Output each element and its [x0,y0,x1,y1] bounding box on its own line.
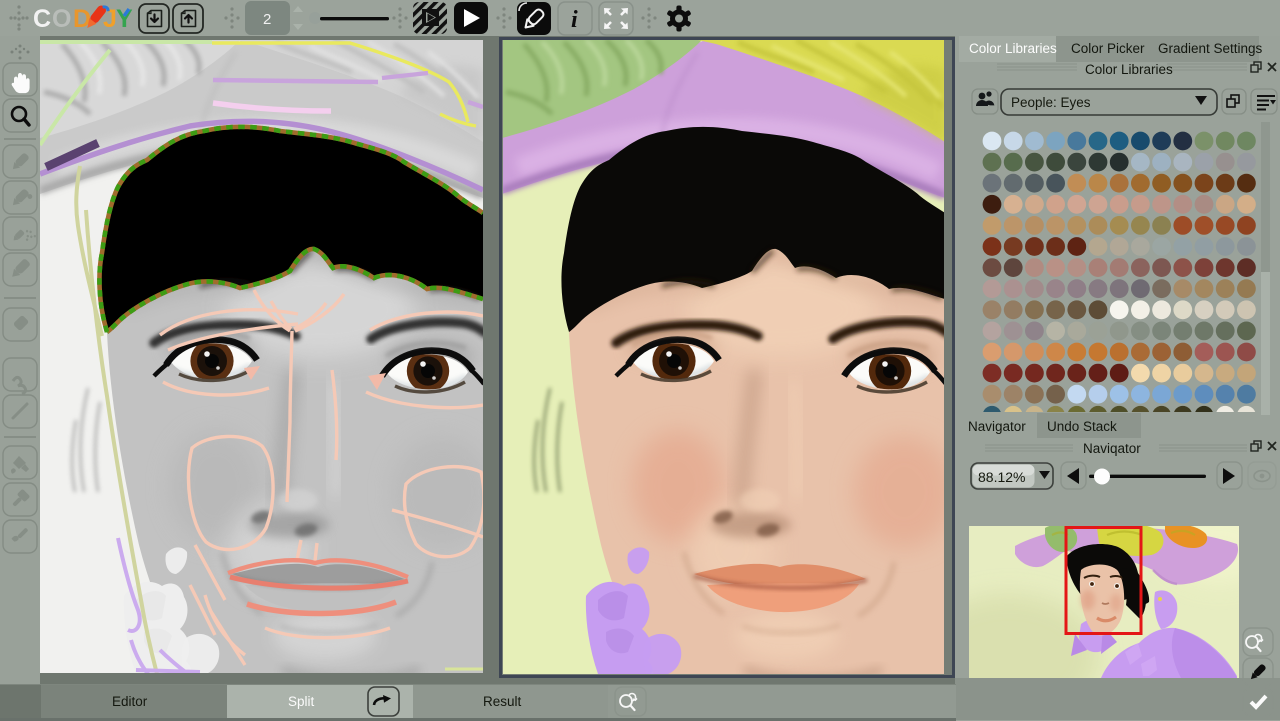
svg-text:Navigator: Navigator [968,419,1026,434]
svg-text:Gradient Settings: Gradient Settings [1158,41,1263,56]
svg-text:Split: Split [288,694,315,709]
svg-text:Color Libraries: Color Libraries [1085,62,1173,77]
svg-text:D: D [73,5,91,33]
svg-text:Result: Result [483,694,522,709]
svg-text:People: Eyes: People: Eyes [1011,95,1091,110]
svg-text:88.12%: 88.12% [978,469,1025,485]
svg-text:Color Libraries: Color Libraries [969,41,1057,56]
svg-text:Undo Stack: Undo Stack [1047,419,1117,434]
svg-text:2: 2 [263,11,271,28]
svg-text:Y: Y [116,5,133,33]
svg-text:Color Picker: Color Picker [1071,41,1145,56]
svg-text:i: i [571,7,578,33]
svg-text:Editor: Editor [112,694,148,709]
svg-text:O: O [52,5,71,33]
svg-text:Naviqator: Naviqator [1083,441,1141,456]
svg-text:C: C [33,5,51,33]
